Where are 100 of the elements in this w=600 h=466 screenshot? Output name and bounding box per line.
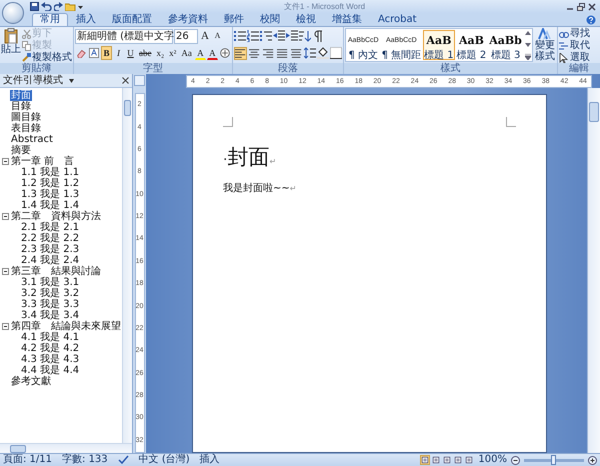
close-icon[interactable] [122, 77, 129, 84]
scrollbar[interactable] [0, 443, 132, 453]
line-spacing-icon[interactable] [304, 47, 316, 59]
scroll-down-icon[interactable] [524, 42, 531, 48]
ribbon-tab[interactable]: 版面配置 [104, 13, 160, 26]
align-left-icon[interactable] [234, 46, 247, 60]
ribbon-tab[interactable]: 檢視 [288, 13, 324, 26]
clipboard-button[interactable]: 複製格式 [22, 52, 72, 63]
outline-item[interactable]: 3.2 我是 3.2 [20, 288, 80, 299]
grow-font-button[interactable]: A [199, 29, 211, 43]
outline-item[interactable]: 目錄 [10, 101, 32, 112]
save-icon[interactable] [30, 2, 39, 11]
outline-item[interactable]: 1.1 我是 1.1 [20, 167, 80, 178]
align-center-icon[interactable] [248, 46, 261, 60]
change-styles-button[interactable]: 變更樣式 [534, 28, 556, 62]
align-right-icon[interactable] [262, 46, 275, 60]
restore-icon[interactable] [577, 2, 585, 10]
view-icon[interactable] [442, 455, 452, 465]
redo-icon[interactable] [54, 2, 63, 11]
paste-button[interactable]: 貼上 [1, 28, 21, 62]
outline-item[interactable]: 封面 [10, 90, 32, 101]
undo-icon[interactable] [41, 2, 52, 11]
decrease-indent-icon[interactable] [272, 30, 285, 42]
view-icon[interactable] [431, 455, 442, 465]
ribbon-tab[interactable]: 常用 [32, 13, 68, 26]
insert-mode[interactable]: 插入 [200, 454, 220, 466]
font-size-field[interactable]: 26 [174, 28, 198, 44]
page-count[interactable]: 頁面: 1/11 [3, 454, 52, 466]
borders-icon[interactable] [330, 47, 342, 59]
collapse-toggle-icon[interactable] [2, 268, 9, 275]
editing-button[interactable]: 取代 [558, 40, 590, 51]
bold-button[interactable]: B [101, 46, 112, 60]
outline-item[interactable]: Abstract [10, 134, 54, 145]
underline-button[interactable]: U [125, 46, 136, 60]
outline-item[interactable]: 圖目錄 [10, 112, 42, 123]
outline-item[interactable]: 3.3 我是 3.3 [20, 299, 80, 310]
view-icon[interactable] [464, 455, 474, 465]
outline-item[interactable]: 摘要 [10, 145, 32, 156]
scroll-up-icon[interactable] [524, 30, 531, 36]
more-icon[interactable] [524, 54, 531, 60]
outline-item[interactable]: 2.3 我是 2.3 [20, 244, 80, 255]
outline-item[interactable]: 4.1 我是 4.1 [20, 332, 80, 343]
outline-item[interactable]: 1.4 我是 1.4 [20, 200, 80, 211]
ribbon-tab[interactable]: 增益集 [324, 13, 370, 26]
font-color-button[interactable]: A [206, 46, 218, 60]
shading-icon[interactable] [316, 47, 329, 59]
strikethrough-button[interactable]: abe [137, 46, 154, 60]
ribbon-tab[interactable]: 參考資料 [160, 13, 216, 26]
change-case-button[interactable]: Aa [179, 46, 194, 60]
superscript-button[interactable]: x² [167, 46, 178, 60]
outline-item[interactable]: 4.2 我是 4.2 [20, 343, 80, 354]
editing-button[interactable]: 選取 [558, 52, 590, 63]
increase-indent-icon[interactable] [286, 30, 298, 42]
outline-item[interactable]: 第二章 資料與方法 [10, 211, 102, 222]
zoom-in-icon[interactable] [588, 456, 597, 464]
outline-item[interactable]: 3.4 我是 3.4 [20, 310, 80, 321]
multilevel-list-icon[interactable] [260, 30, 272, 42]
style-option[interactable]: AaB 標題 1 [423, 30, 455, 60]
bullets-icon[interactable] [234, 30, 246, 42]
highlight-button[interactable]: A [194, 46, 206, 60]
close-icon[interactable] [588, 2, 596, 10]
outline-item[interactable]: 第四章 結論與未來展望 [10, 321, 122, 332]
shrink-font-button[interactable]: A [212, 29, 223, 43]
subscript-button[interactable]: x₂ [154, 46, 166, 60]
collapse-toggle-icon[interactable] [2, 323, 9, 330]
outline-item[interactable]: 第一章 前 言 [10, 156, 76, 167]
editing-button[interactable]: 尋找 [558, 28, 590, 39]
zoom-slider-thumb[interactable] [551, 454, 556, 464]
collapse-toggle-icon[interactable] [2, 213, 9, 220]
outline-item[interactable]: 2.2 我是 2.2 [20, 233, 80, 244]
help-icon[interactable] [586, 14, 596, 24]
distributed-icon[interactable] [290, 46, 303, 60]
ribbon-tab[interactable]: 插入 [68, 13, 104, 26]
numbering-icon[interactable] [246, 30, 259, 42]
outline-item[interactable]: 2.4 我是 2.4 [20, 255, 80, 266]
outline-item[interactable]: 4.4 我是 4.4 [20, 365, 80, 376]
view-icon[interactable] [420, 455, 430, 465]
scrollbar[interactable] [122, 88, 132, 443]
justify-icon[interactable] [276, 46, 289, 60]
outline-item[interactable]: 第三章 結果與討論 [10, 266, 102, 277]
sort-icon[interactable] [298, 30, 311, 42]
ribbon-tab[interactable]: Acrobat [370, 13, 425, 26]
view-icon[interactable] [453, 455, 464, 465]
ribbon-tab[interactable]: 郵件 [216, 13, 252, 26]
outline-item[interactable]: 1.3 我是 1.3 [20, 189, 80, 200]
scrollbar[interactable] [587, 88, 600, 453]
font-name-field[interactable]: 新細明體 (標題中文字 [75, 28, 173, 44]
word-count[interactable]: 字數: 133 [62, 454, 108, 466]
outline-item[interactable]: 2.1 我是 2.1 [20, 222, 80, 233]
language-indicator[interactable]: 中文 (台灣) [138, 454, 190, 466]
italic-button[interactable]: I [113, 46, 124, 60]
outline-item[interactable]: 表目錄 [10, 123, 42, 134]
outline-item[interactable]: 3.1 我是 3.1 [20, 277, 80, 288]
collapse-toggle-icon[interactable] [2, 158, 9, 165]
zoom-level[interactable]: 100% [478, 454, 507, 466]
ribbon-tab[interactable]: 校閱 [252, 13, 288, 26]
eraser-icon[interactable] [75, 47, 87, 59]
zoom-out-icon[interactable] [511, 456, 520, 464]
outline-item[interactable]: 參考文獻 [10, 376, 52, 387]
outline-item[interactable]: 4.3 我是 4.3 [20, 354, 80, 365]
